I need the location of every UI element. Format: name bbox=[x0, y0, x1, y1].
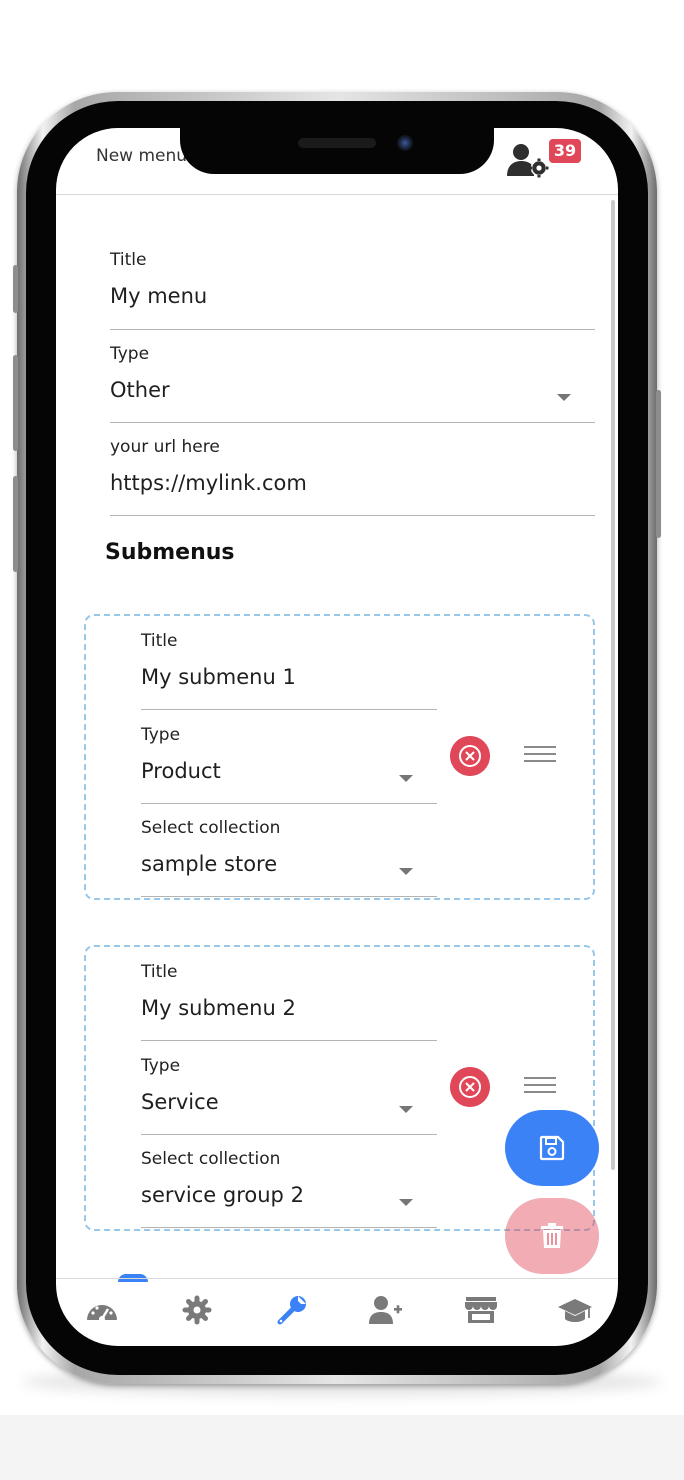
power-button bbox=[656, 390, 661, 538]
nav-learning[interactable] bbox=[558, 1294, 592, 1326]
save-icon bbox=[539, 1135, 565, 1161]
add-user-icon bbox=[369, 1296, 402, 1324]
submenu-collection-select[interactable]: Select collection service group 2 bbox=[141, 1149, 437, 1228]
settings-icon bbox=[182, 1295, 212, 1325]
field-label: your url here bbox=[110, 437, 220, 457]
field-label: Select collection bbox=[141, 1149, 281, 1169]
field-value: Product bbox=[141, 759, 221, 783]
field-label: Title bbox=[141, 962, 178, 982]
nav-dashboard[interactable] bbox=[85, 1294, 119, 1326]
volume-down-button bbox=[13, 476, 18, 572]
dashboard-icon bbox=[87, 1305, 117, 1322]
nav-store[interactable] bbox=[464, 1294, 498, 1326]
menu-url-field[interactable]: your url here https://mylink.com bbox=[110, 437, 595, 516]
nav-settings[interactable] bbox=[180, 1294, 214, 1326]
menu-title-field[interactable]: Title My menu bbox=[110, 250, 595, 330]
drag-handle-icon[interactable] bbox=[524, 746, 556, 766]
field-underline bbox=[141, 1227, 437, 1228]
field-underline bbox=[141, 803, 437, 804]
phone-camera bbox=[397, 135, 413, 151]
store-icon bbox=[465, 1297, 497, 1323]
field-underline bbox=[141, 709, 437, 710]
remove-submenu-button[interactable] bbox=[450, 736, 490, 776]
header-divider bbox=[56, 194, 618, 195]
field-label: Title bbox=[141, 631, 178, 651]
field-underline bbox=[141, 1134, 437, 1135]
nav-add-user[interactable] bbox=[369, 1294, 403, 1326]
field-value: My submenu 2 bbox=[141, 996, 296, 1020]
chevron-down-icon bbox=[399, 1199, 413, 1206]
field-underline bbox=[110, 515, 595, 516]
field-underline bbox=[110, 329, 595, 330]
field-label: Type bbox=[110, 344, 150, 364]
nav-tools[interactable] bbox=[275, 1294, 309, 1326]
field-value: Service bbox=[141, 1090, 219, 1114]
volume-up-button bbox=[13, 355, 18, 451]
chevron-down-icon bbox=[399, 1106, 413, 1113]
save-button[interactable] bbox=[505, 1110, 599, 1186]
user-settings-icon[interactable] bbox=[506, 142, 550, 178]
page-title: New menu bbox=[96, 146, 188, 166]
field-value: sample store bbox=[141, 852, 278, 876]
field-value: service group 2 bbox=[141, 1183, 304, 1207]
submenu-type-select[interactable]: Type Service bbox=[141, 1056, 437, 1135]
submenu-type-select[interactable]: Type Product bbox=[141, 725, 437, 804]
submenus-heading: Submenus bbox=[105, 540, 235, 565]
field-underline bbox=[141, 896, 437, 897]
field-value: My submenu 1 bbox=[141, 665, 296, 689]
field-label: Type bbox=[141, 725, 181, 745]
submenu-title-field[interactable]: Title My submenu 1 bbox=[141, 631, 437, 710]
trash-icon bbox=[541, 1223, 563, 1248]
notification-badge: 39 bbox=[549, 139, 581, 163]
field-underline bbox=[141, 1040, 437, 1041]
field-label: Type bbox=[141, 1056, 181, 1076]
mute-switch bbox=[13, 265, 18, 313]
field-value: https://mylink.com bbox=[110, 471, 307, 495]
submenu-card: Title My submenu 2 Type Service Select c… bbox=[84, 945, 595, 1231]
field-label: Select collection bbox=[141, 818, 281, 838]
graduation-cap-icon bbox=[558, 1299, 592, 1322]
chevron-down-icon bbox=[399, 868, 413, 875]
field-value: Other bbox=[110, 378, 170, 402]
field-underline bbox=[110, 422, 595, 423]
wrench-icon bbox=[277, 1296, 306, 1325]
field-label: Title bbox=[110, 250, 147, 270]
submenu-collection-select[interactable]: Select collection sample store bbox=[141, 818, 437, 897]
menu-type-select[interactable]: Type Other bbox=[110, 344, 595, 423]
remove-submenu-button[interactable] bbox=[450, 1067, 490, 1107]
chevron-down-icon bbox=[399, 775, 413, 782]
submenu-card: Title My submenu 1 Type Product Select c… bbox=[84, 614, 595, 900]
delete-button[interactable] bbox=[505, 1198, 599, 1274]
phone-speaker bbox=[298, 138, 376, 148]
field-value: My menu bbox=[110, 284, 208, 308]
app-screen: New menu 39 Title My menu Type Other you… bbox=[56, 128, 618, 1346]
drag-handle-icon[interactable] bbox=[524, 1077, 556, 1097]
bottom-nav-divider bbox=[56, 1278, 618, 1279]
floor-background bbox=[0, 1415, 684, 1480]
chevron-down-icon bbox=[557, 394, 571, 401]
scrollbar[interactable] bbox=[611, 200, 615, 1170]
submenu-title-field[interactable]: Title My submenu 2 bbox=[141, 962, 437, 1041]
